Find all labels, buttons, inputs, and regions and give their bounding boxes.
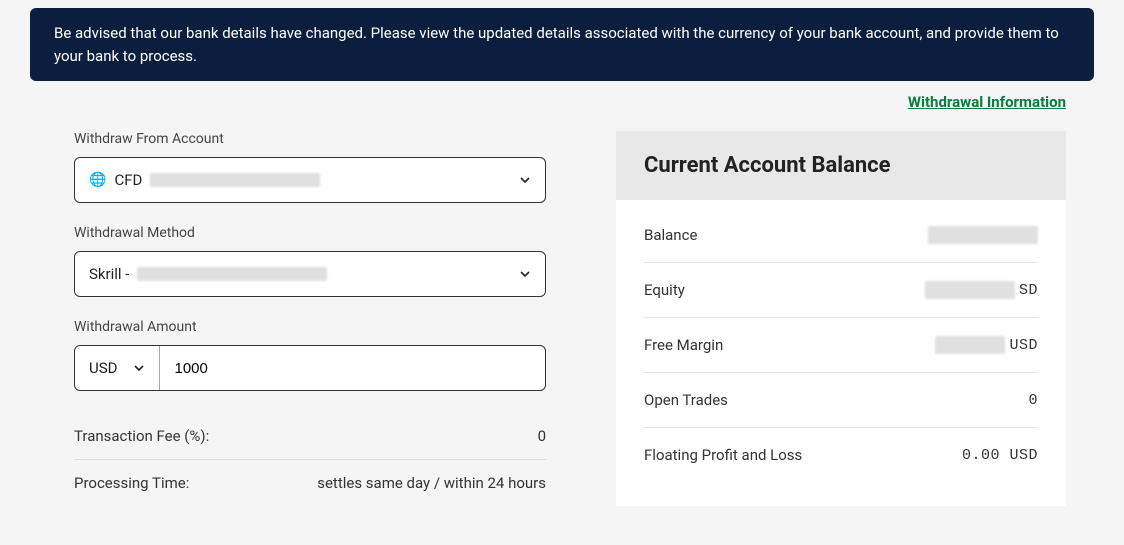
balance-row-floating: Floating Profit and Loss 0.00 USD [644,428,1038,482]
processing-label: Processing Time: [74,474,189,492]
free-margin-redacted [935,336,1005,354]
floating-label: Floating Profit and Loss [644,446,802,464]
balance-header: Current Account Balance [616,131,1066,200]
open-trades-value: 0 [1028,392,1038,409]
chevron-down-icon [519,268,531,280]
account-select-content: 🌐 CFD [89,171,320,189]
free-margin-label: Free Margin [644,336,723,354]
fee-value: 0 [538,427,546,445]
withdrawal-information-link[interactable]: Withdrawal Information [908,93,1066,111]
main-content: Withdraw From Account 🌐 CFD Withdrawal M… [0,111,1124,506]
account-prefix: CFD [114,171,142,189]
amount-row: USD [74,345,546,391]
balance-row-open-trades: Open Trades 0 [644,373,1038,428]
method-prefix: Skrill - [89,265,129,283]
processing-value: settles same day / within 24 hours [317,474,546,492]
account-redacted [150,173,320,187]
chevron-down-icon [133,362,145,374]
balance-row-balance: Balance [644,208,1038,263]
processing-time-row: Processing Time: settles same day / with… [74,460,546,506]
currency-select[interactable]: USD [75,346,160,390]
info-link-row: Withdrawal Information [0,81,1124,111]
open-trades-label: Open Trades [644,391,728,409]
free-margin-value: USD [935,336,1038,354]
method-select-content: Skrill - [89,265,327,283]
equity-label: Equity [644,281,685,299]
free-margin-suffix: USD [1009,337,1038,354]
amount-input[interactable] [160,346,545,390]
floating-value: 0.00 USD [962,447,1038,464]
method-label: Withdrawal Method [74,225,546,241]
account-select[interactable]: 🌐 CFD [74,157,546,203]
balance-value [928,226,1038,244]
balance-row-equity: Equity SD [644,263,1038,318]
method-select[interactable]: Skrill - [74,251,546,297]
balance-row-free-margin: Free Margin USD [644,318,1038,373]
account-label: Withdraw From Account [74,131,546,147]
balance-label: Balance [644,226,697,244]
balance-list: Balance Equity SD Free Margin USD [616,200,1066,490]
equity-redacted [925,281,1015,299]
withdrawal-form: Withdraw From Account 🌐 CFD Withdrawal M… [74,131,546,506]
bank-details-notice: Be advised that our bank details have ch… [30,8,1094,81]
balance-panel: Current Account Balance Balance Equity S… [616,131,1066,506]
fee-label: Transaction Fee (%): [74,427,209,445]
amount-label: Withdrawal Amount [74,319,546,335]
method-redacted [137,267,327,281]
globe-icon: 🌐 [89,172,106,188]
equity-suffix: SD [1019,282,1038,299]
currency-label: USD [89,359,117,377]
transaction-fee-row: Transaction Fee (%): 0 [74,413,546,460]
balance-redacted [928,226,1038,244]
equity-value: SD [925,281,1038,299]
chevron-down-icon [519,174,531,186]
